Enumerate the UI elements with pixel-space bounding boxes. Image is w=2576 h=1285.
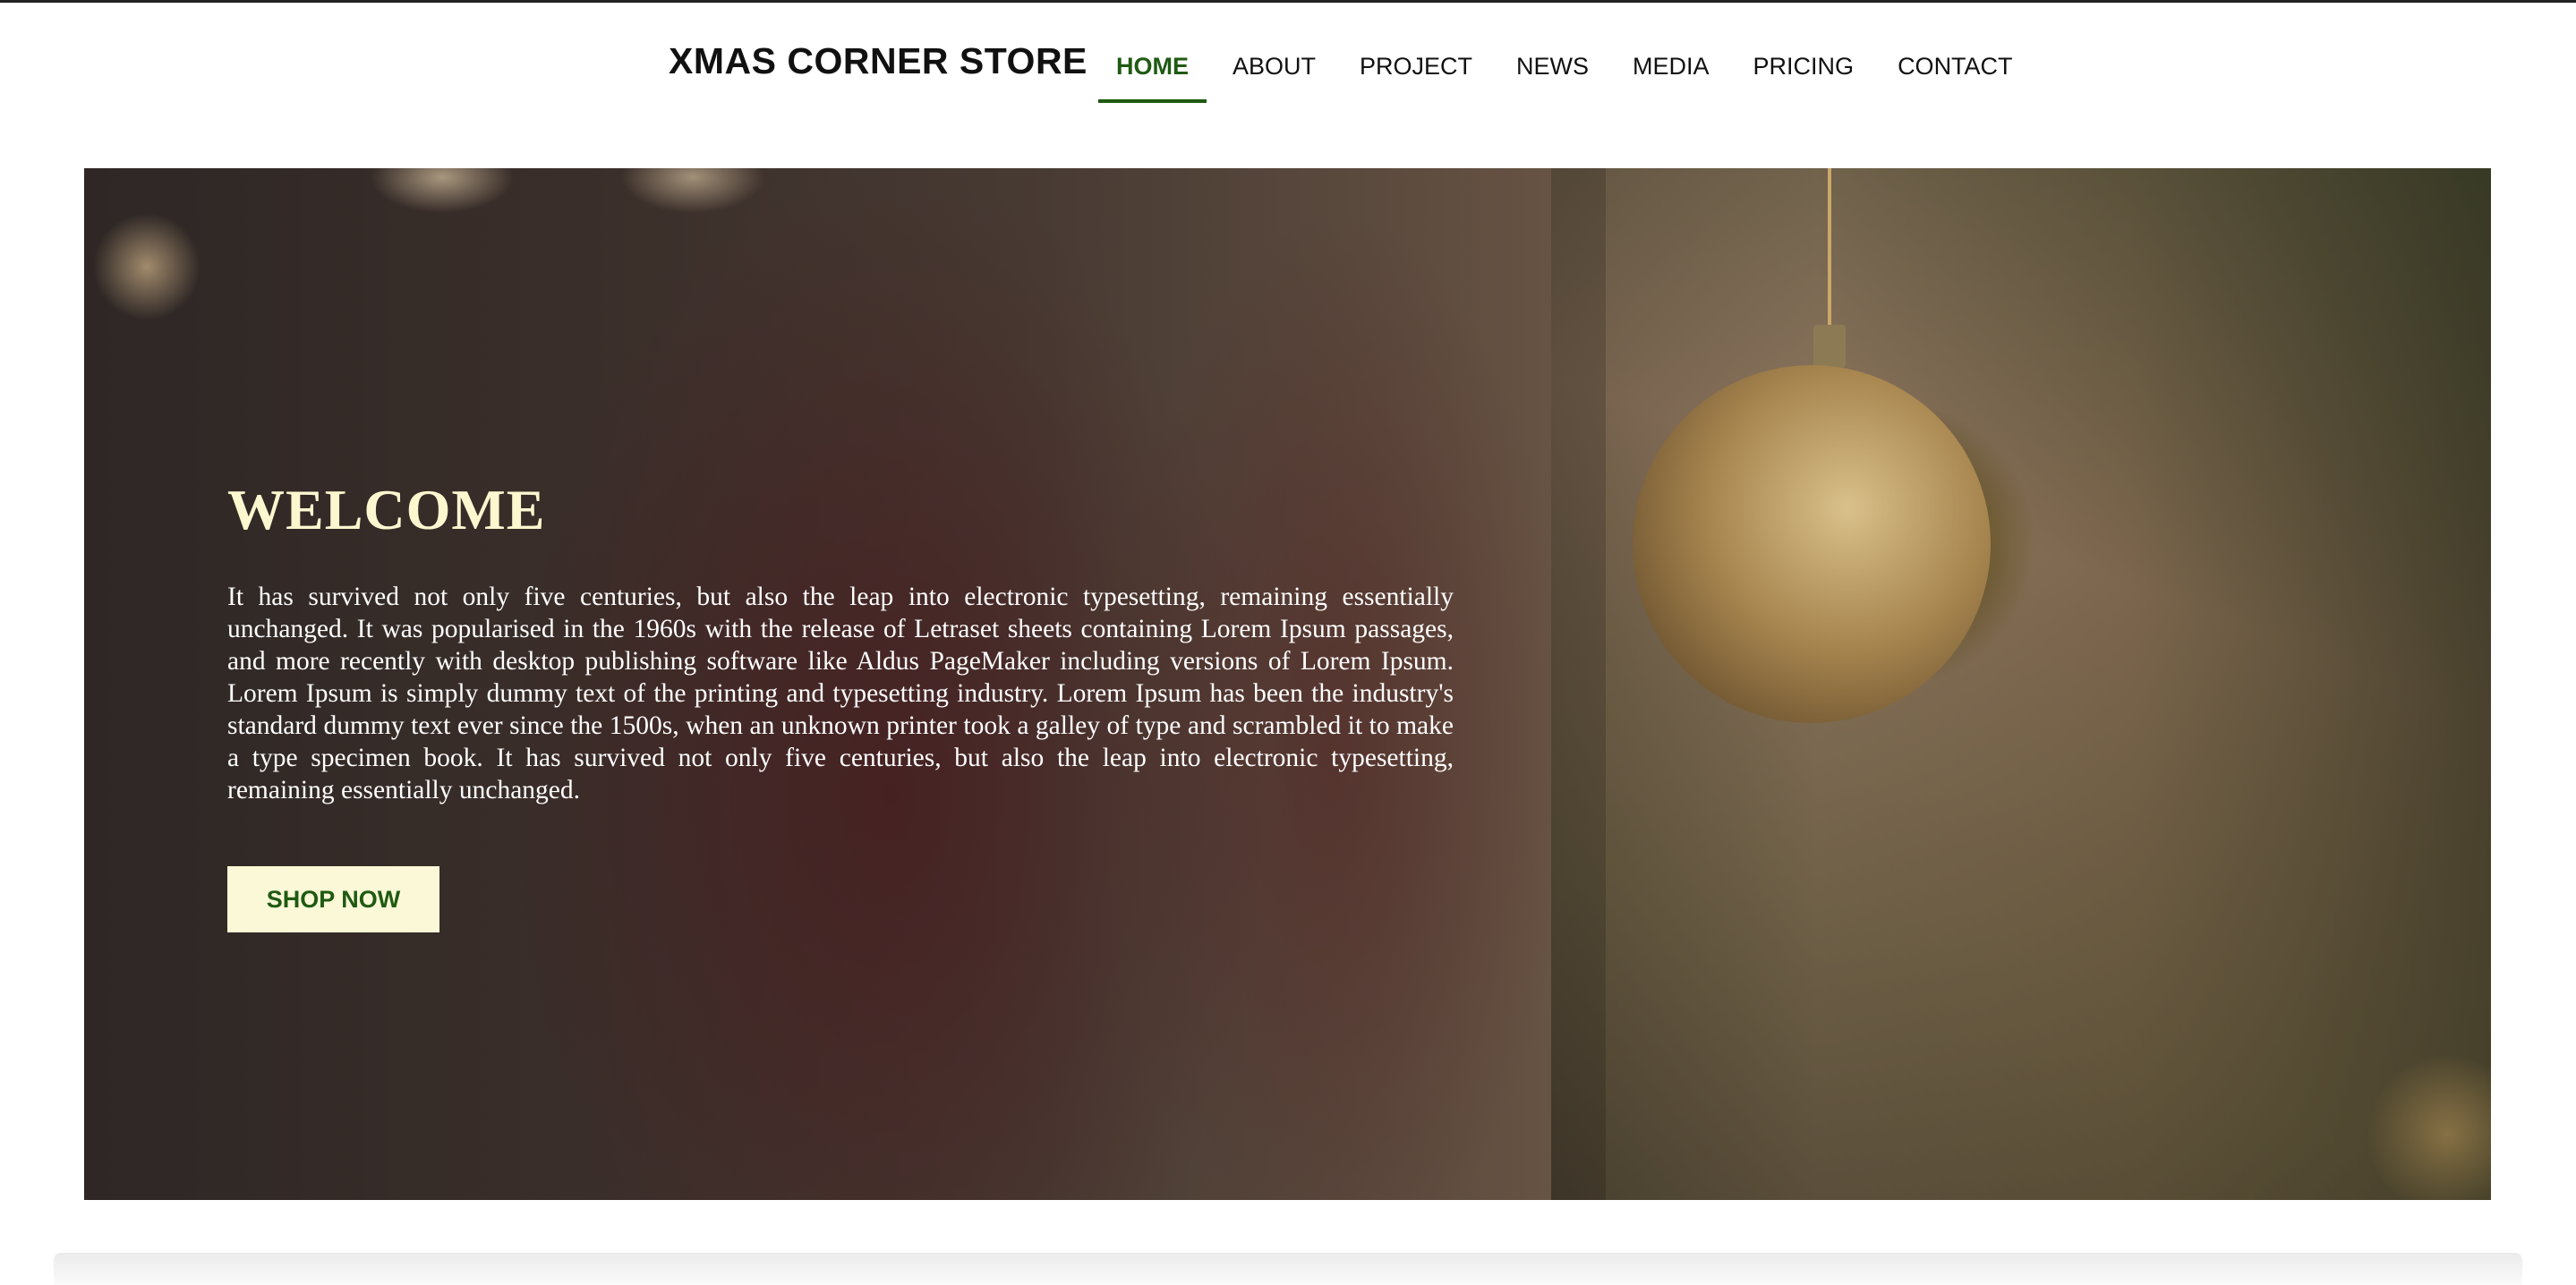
nav-item-home[interactable]: HOME bbox=[1098, 30, 1207, 103]
nav-item-pricing[interactable]: PRICING bbox=[1736, 30, 1872, 103]
brand-logo[interactable]: XMAS CORNER STORE bbox=[669, 40, 1088, 82]
hero-body-text: It has survived not only five centuries,… bbox=[227, 583, 1454, 804]
hero-title: WELCOME bbox=[227, 478, 546, 541]
ornament-string bbox=[1828, 168, 1831, 329]
shop-now-button[interactable]: SHOP NOW bbox=[227, 866, 439, 932]
nav-item-news[interactable]: NEWS bbox=[1498, 30, 1607, 103]
next-section-edge bbox=[54, 1253, 2522, 1285]
nav-item-project[interactable]: PROJECT bbox=[1342, 30, 1490, 103]
hero-content: WELCOME It has survived not only five ce… bbox=[227, 477, 1454, 806]
ornament-cap bbox=[1813, 325, 1846, 368]
site-header: XMAS CORNER STORE HOME ABOUT PROJECT NEW… bbox=[0, 3, 2576, 137]
nav-item-media[interactable]: MEDIA bbox=[1615, 30, 1727, 103]
hero-banner: WELCOME It has survived not only five ce… bbox=[84, 168, 2491, 1200]
tree-background bbox=[1551, 168, 2491, 1200]
ornament-bauble-image bbox=[1633, 365, 1991, 723]
main-nav: HOME ABOUT PROJECT NEWS MEDIA PRICING CO… bbox=[1098, 30, 2039, 103]
nav-item-contact[interactable]: CONTACT bbox=[1880, 30, 2031, 103]
nav-item-about[interactable]: ABOUT bbox=[1215, 30, 1334, 103]
